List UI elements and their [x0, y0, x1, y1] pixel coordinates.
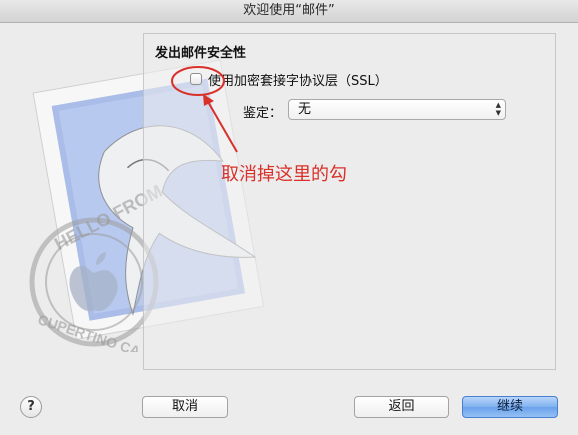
updown-arrows-icon: ▲ ▼ [495, 101, 501, 117]
window-title: 欢迎使用“邮件” [243, 3, 335, 18]
auth-select[interactable]: 无 ▲ ▼ [288, 99, 506, 120]
section-title: 发出邮件安全性 [155, 46, 247, 61]
back-button[interactable]: 返回 [354, 396, 449, 418]
annotation-text: 取消掉这里的勾 [221, 164, 347, 185]
help-button[interactable]: ? [20, 396, 42, 418]
question-icon: ? [27, 399, 35, 414]
auth-select-value: 无 [298, 102, 312, 117]
cancel-button[interactable]: 取消 [142, 396, 228, 418]
ssl-checkbox[interactable] [190, 73, 202, 85]
auth-label: 鉴定： [243, 106, 283, 121]
window-titlebar: 欢迎使用“邮件” [0, 0, 578, 23]
continue-button[interactable]: 继续 [462, 396, 558, 418]
ssl-label[interactable]: 使用加密套接字协议层（SSL） [208, 70, 388, 89]
ssl-option[interactable]: 使用加密套接字协议层（SSL） [190, 70, 388, 89]
